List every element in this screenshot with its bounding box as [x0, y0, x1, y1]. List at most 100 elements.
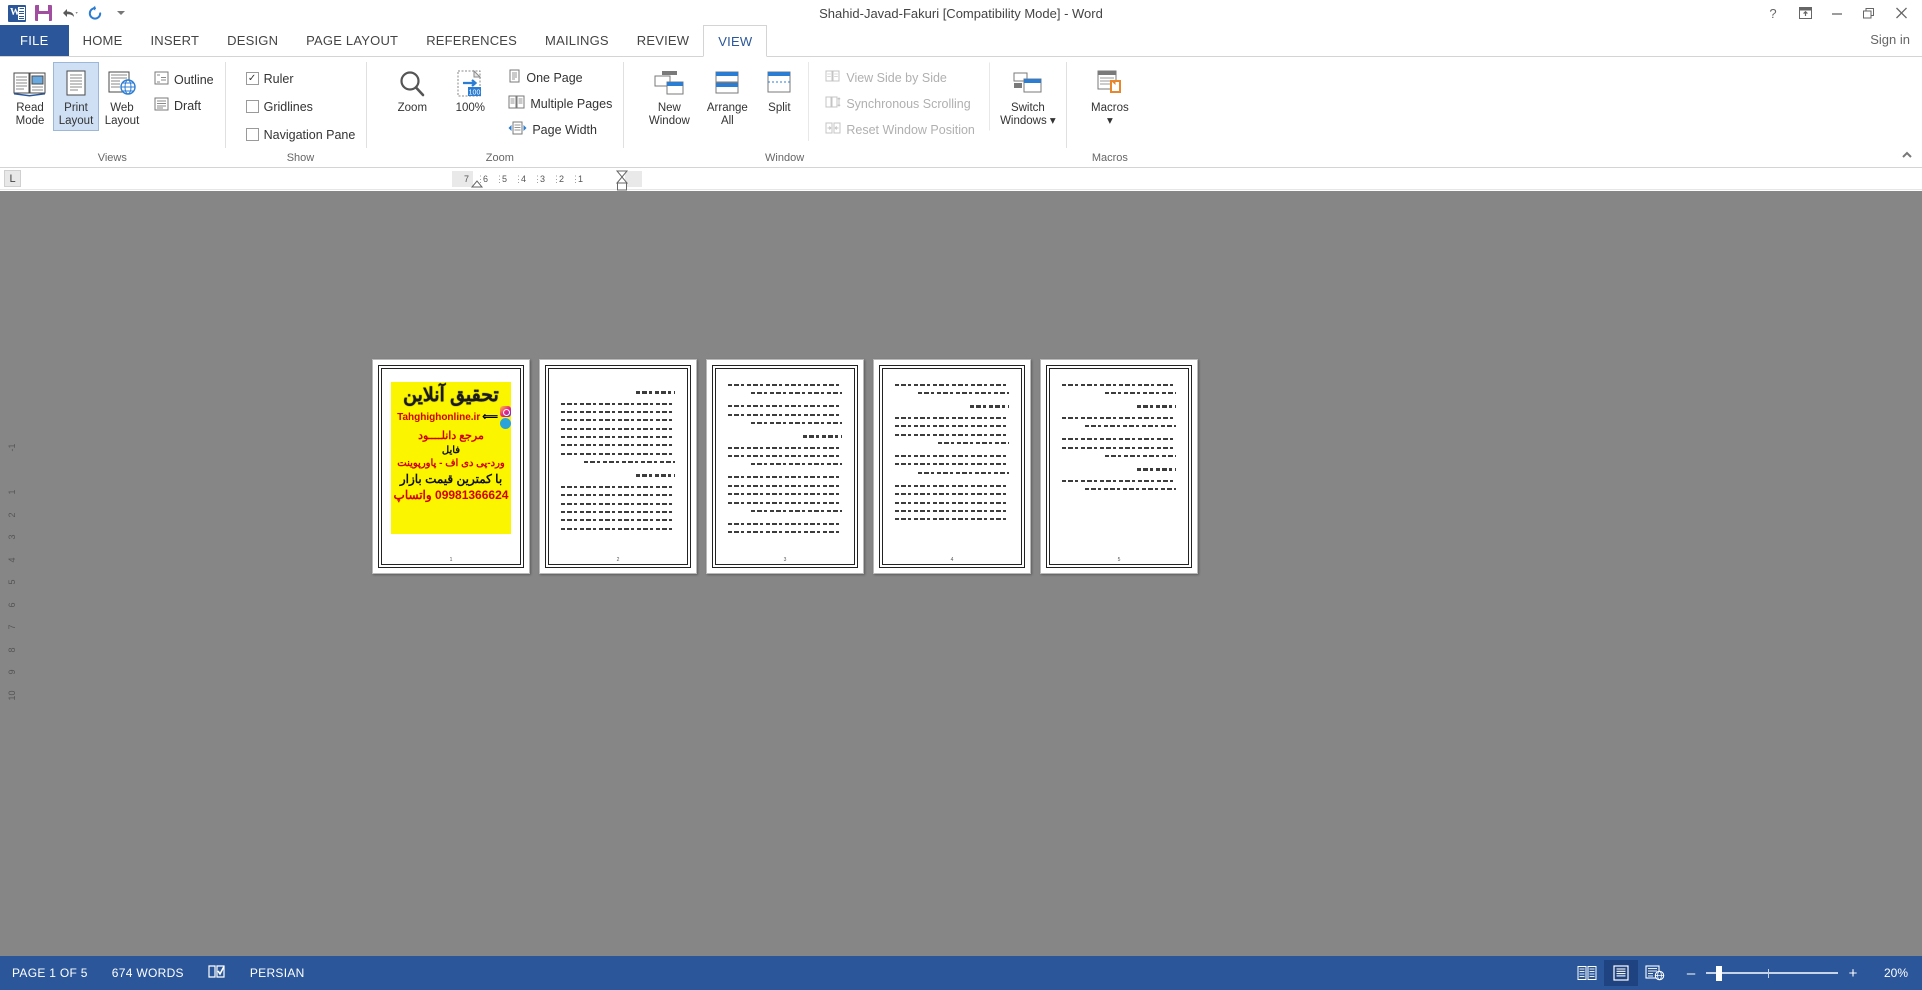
zoom-label: Zoom	[397, 102, 428, 114]
save-icon[interactable]	[30, 2, 56, 24]
one-page-label: One Page	[526, 70, 583, 85]
document-page-3[interactable]: 3	[706, 359, 864, 574]
tab-review[interactable]: REVIEW	[623, 25, 703, 56]
print-layout-label-1: Print	[64, 102, 88, 114]
tab-page-layout[interactable]: PAGE LAYOUT	[292, 25, 412, 56]
print-layout-view-button[interactable]	[1604, 960, 1638, 986]
ad-line-4: فایل	[441, 445, 461, 456]
new-window-button[interactable]: New Window	[640, 62, 698, 131]
document-page-1[interactable]: تحقیق آنلاین Tahghighonline.ir ⟸ مرجع دا…	[372, 359, 530, 574]
zoom-in-button[interactable]: +	[1846, 965, 1860, 982]
multiple-pages-label: Multiple Pages	[530, 96, 613, 111]
zoom-slider-thumb[interactable]	[1716, 965, 1722, 981]
gridlines-label: Gridlines	[263, 99, 313, 114]
reset-window-position-button[interactable]: Reset Window Position	[821, 118, 979, 141]
arrange-all-label-2: All	[720, 115, 734, 127]
reset-window-position-icon	[825, 121, 841, 138]
outline-button[interactable]: Outline	[150, 68, 218, 91]
one-page-button[interactable]: One Page	[504, 66, 616, 89]
tab-file[interactable]: FILE	[0, 25, 69, 56]
ruler-checkbox-row[interactable]: ✓ Ruler	[242, 67, 298, 90]
split-button[interactable]: Split	[756, 62, 802, 118]
vruler-tick-3: 3	[6, 534, 17, 540]
undo-icon[interactable]	[56, 2, 82, 24]
read-mode-view-button[interactable]	[1570, 960, 1604, 986]
zoom-100-button[interactable]: 100 100%	[441, 62, 499, 118]
gridlines-checkbox-row[interactable]: Gridlines	[242, 95, 317, 118]
ribbon-display-options-icon[interactable]	[1790, 2, 1820, 24]
redo-icon[interactable]	[82, 2, 108, 24]
status-bar-right: – + 20%	[1570, 960, 1922, 986]
zoom-100-label: 100%	[455, 102, 486, 114]
split-label: Split	[768, 102, 791, 114]
document-workspace[interactable]: -1 1 2 3 4 5 6 7 8 9 10 تحقیق آنلاین Tah…	[0, 191, 1922, 956]
navigation-pane-checkbox-row[interactable]: Navigation Pane	[242, 123, 360, 146]
view-side-by-side-button[interactable]: View Side by Side	[821, 66, 979, 89]
vruler-tick-7: 7	[6, 624, 17, 630]
restore-button[interactable]	[1854, 2, 1884, 24]
read-mode-button[interactable]: Read Mode	[7, 62, 53, 131]
tab-design[interactable]: DESIGN	[213, 25, 292, 56]
help-icon[interactable]: ?	[1758, 2, 1788, 24]
web-layout-button[interactable]: Web Layout	[99, 62, 145, 131]
ruler-tick-4: 4	[520, 174, 526, 184]
arrange-all-button[interactable]: Arrange All	[698, 62, 756, 131]
outline-icon	[154, 71, 169, 88]
zoom-level-label[interactable]: 20%	[1868, 966, 1908, 980]
tab-home[interactable]: HOME	[69, 25, 137, 56]
draft-icon	[154, 97, 169, 114]
multiple-pages-button[interactable]: Multiple Pages	[504, 92, 616, 115]
document-page-4[interactable]: 4	[873, 359, 1031, 574]
status-bar: PAGE 1 OF 5 674 WORDS PERSIAN – + 20%	[0, 956, 1922, 990]
web-layout-view-button[interactable]	[1638, 960, 1672, 986]
ruler-tick-3: 3	[539, 174, 545, 184]
minimize-button[interactable]	[1822, 2, 1852, 24]
collapse-ribbon-icon[interactable]	[1900, 149, 1914, 163]
page-indicator[interactable]: PAGE 1 OF 5	[0, 966, 100, 980]
word-logo-icon[interactable]	[4, 2, 30, 24]
zoom-out-button[interactable]: –	[1684, 965, 1698, 982]
page-thumbnails: تحقیق آنلاین Tahghighonline.ir ⟸ مرجع دا…	[372, 359, 1198, 574]
one-page-icon	[508, 69, 521, 86]
zoom-button[interactable]: Zoom	[383, 62, 441, 118]
page-width-button[interactable]: Page Width	[504, 118, 616, 141]
web-layout-label-1: Web	[110, 102, 134, 114]
right-indent-marker-icon[interactable]	[615, 167, 629, 193]
customize-quick-access-icon[interactable]	[108, 2, 134, 24]
proofing-errors-icon[interactable]	[196, 964, 238, 982]
switch-windows-button[interactable]: Switch Windows ▾	[988, 62, 1059, 131]
synchronous-scrolling-button[interactable]: Synchronous Scrolling	[821, 92, 979, 115]
ad-line-3: مرجع دانلــــود	[418, 430, 484, 442]
tab-mailings[interactable]: MAILINGS	[531, 25, 623, 56]
vruler-tick-8: 8	[6, 647, 17, 653]
vertical-ruler[interactable]: -1 1 2 3 4 5 6 7 8 9 10	[4, 434, 20, 706]
print-layout-button[interactable]: Print Layout	[53, 62, 99, 131]
view-side-by-side-label: View Side by Side	[846, 70, 947, 85]
zoom-slider[interactable]	[1706, 964, 1838, 982]
left-indent-marker-icon[interactable]	[470, 177, 484, 191]
document-page-5[interactable]: 5	[1040, 359, 1198, 574]
tab-references[interactable]: REFERENCES	[412, 25, 531, 56]
web-layout-icon	[106, 66, 138, 102]
group-label-show: Show	[286, 152, 315, 164]
sign-in-link[interactable]: Sign in	[1870, 32, 1910, 47]
language-indicator[interactable]: PERSIAN	[238, 966, 317, 980]
draft-button[interactable]: Draft	[150, 94, 218, 117]
gridlines-checkbox[interactable]	[245, 100, 259, 113]
vruler-tick--1: -1	[6, 443, 17, 452]
macros-button[interactable]: Macros ▾	[1081, 62, 1139, 131]
window-title: Shahid-Javad-Fakuri [Compatibility Mode]…	[819, 5, 1103, 21]
close-button[interactable]	[1886, 2, 1916, 24]
tab-insert[interactable]: INSERT	[136, 25, 213, 56]
document-page-2[interactable]: 2	[539, 359, 697, 574]
word-count[interactable]: 674 WORDS	[100, 966, 196, 980]
horizontal-ruler[interactable]: 7 ⋮ 6 ⋮ 5 ⋮ 4 ⋮ 3 ⋮ 2 ⋮ 1	[452, 170, 642, 191]
navigation-pane-checkbox[interactable]	[245, 128, 259, 141]
ruler-checkbox[interactable]: ✓	[245, 72, 259, 85]
page-5-body-text	[1054, 374, 1184, 490]
zoom-magnifier-icon	[396, 66, 428, 102]
tab-stop-selector[interactable]: L	[4, 170, 21, 187]
tab-view[interactable]: VIEW	[703, 25, 768, 57]
page-number-1: 1	[449, 557, 453, 563]
page-canvas[interactable]: تحقیق آنلاین Tahghighonline.ir ⟸ مرجع دا…	[0, 191, 1922, 956]
